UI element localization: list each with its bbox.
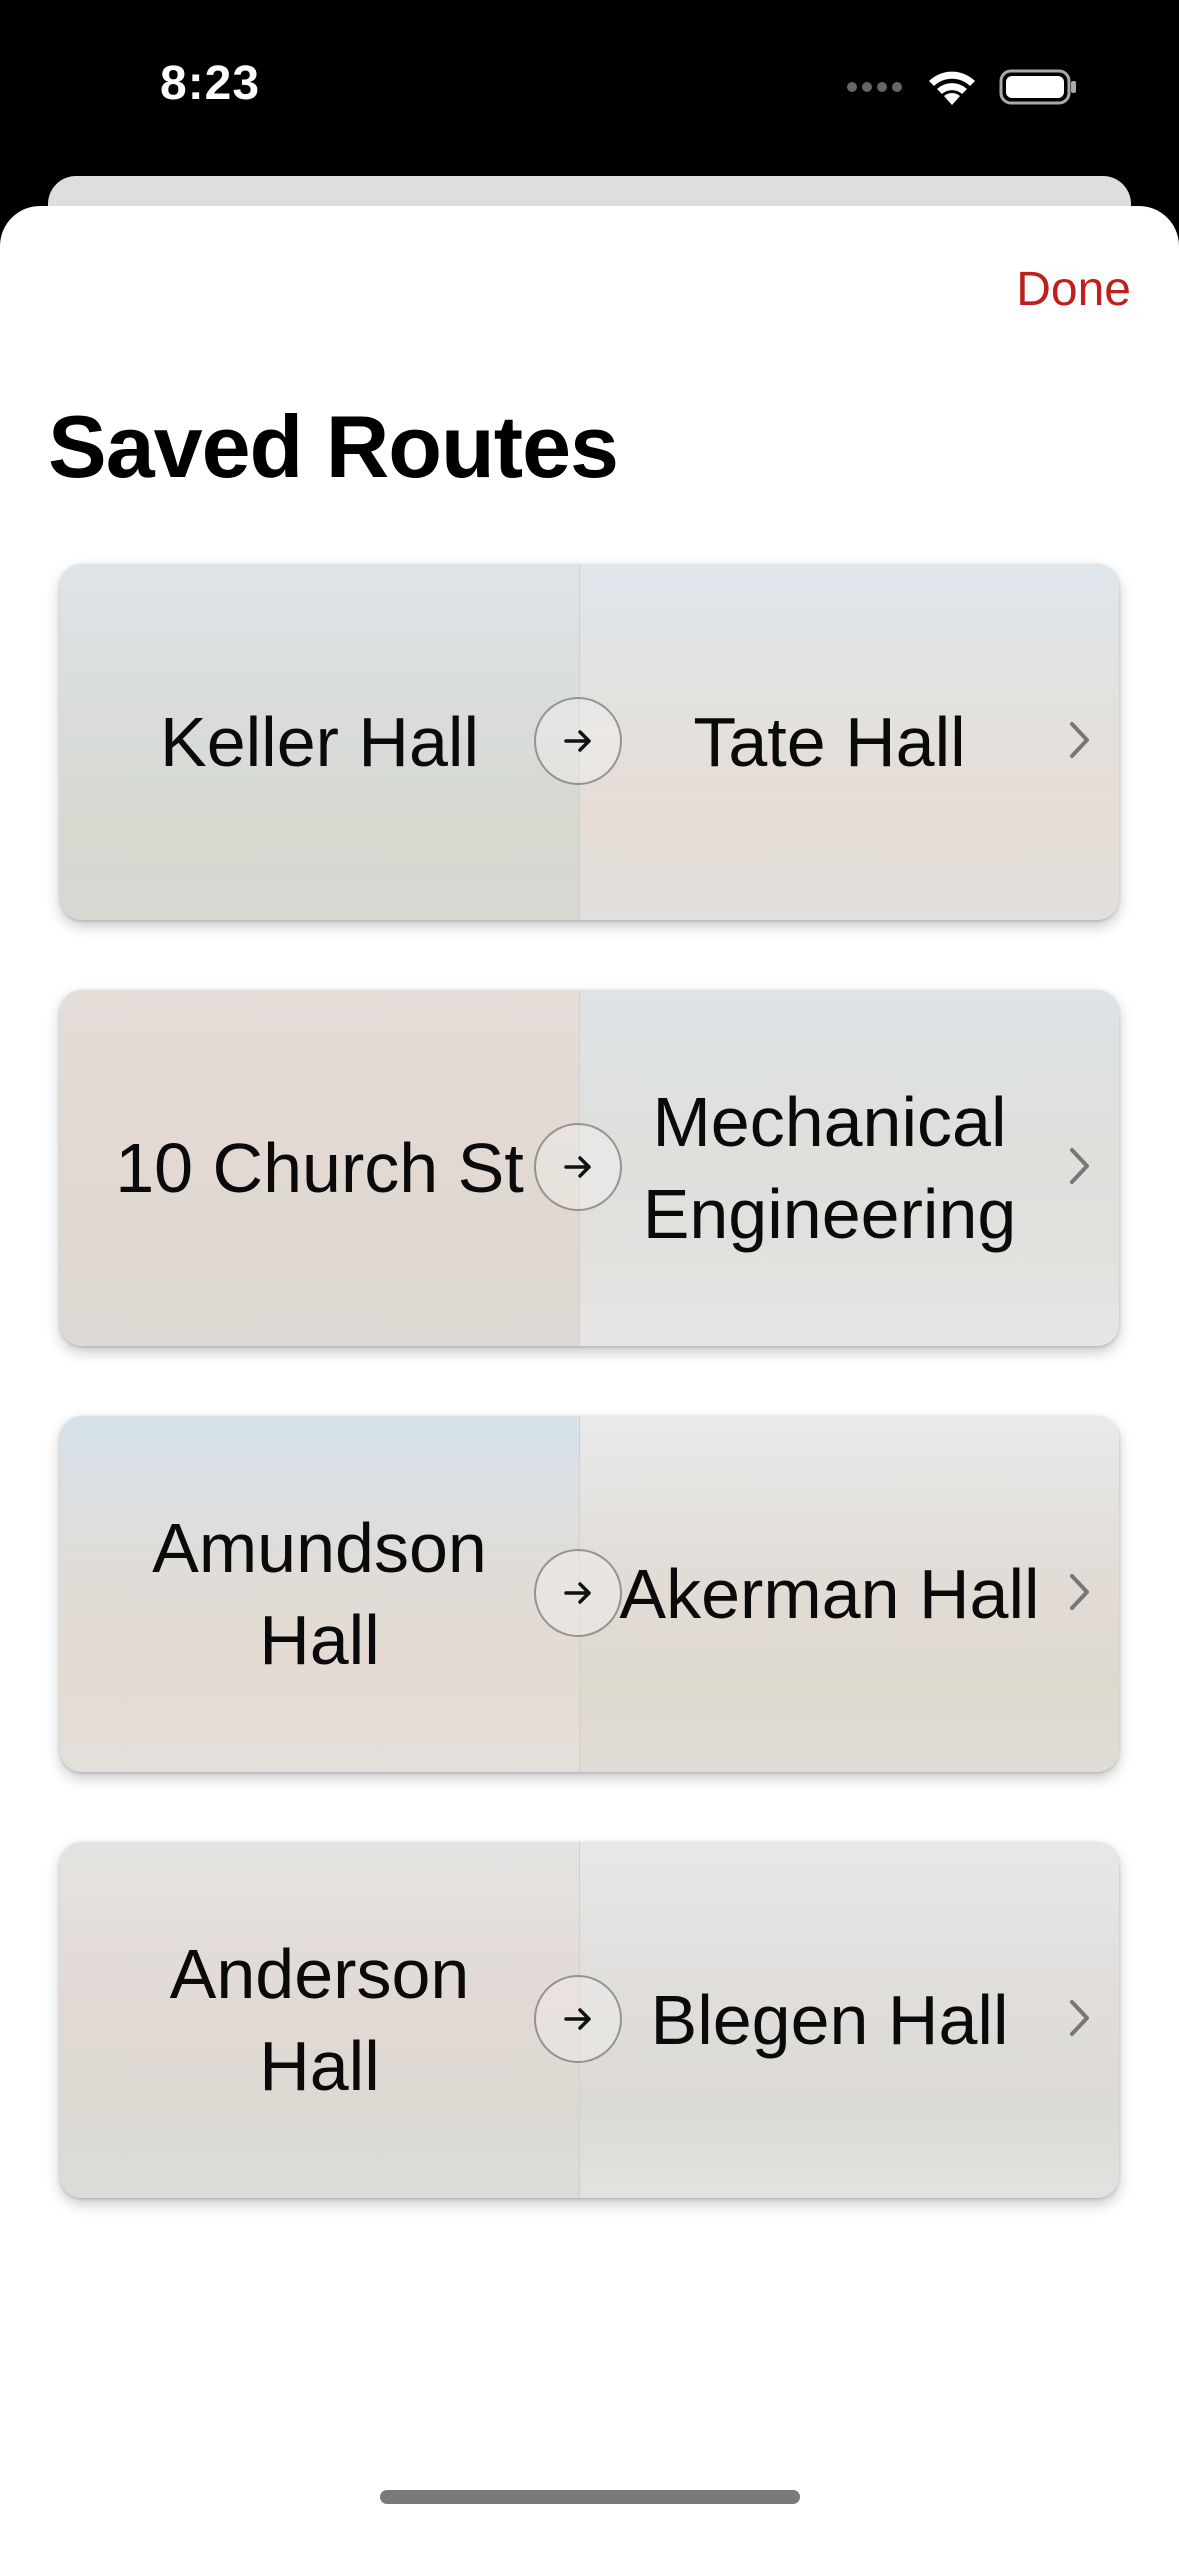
route-card[interactable]: 10 Church St Mechanical Engineering (60, 990, 1119, 1346)
route-to-label: Mechanical Engineering (642, 1083, 1017, 1253)
page-title: Saved Routes (48, 397, 619, 496)
arrow-right-circle-icon (534, 1123, 622, 1211)
route-to-label: Blegen Hall (650, 1981, 1009, 2059)
home-indicator[interactable] (380, 2490, 800, 2504)
route-card[interactable]: Anderson Hall Blegen Hall (60, 1842, 1119, 2198)
status-icons (845, 62, 1079, 112)
chevron-right-icon (1067, 714, 1093, 771)
route-to-label: Akerman Hall (619, 1555, 1040, 1633)
route-to: Tate Hall (580, 564, 1119, 920)
route-to: Akerman Hall (580, 1416, 1119, 1772)
battery-icon (999, 67, 1079, 107)
arrow-right-circle-icon (534, 697, 622, 785)
route-to-label: Tate Hall (693, 703, 966, 781)
route-card[interactable]: Amundson Hall Akerman Hall (60, 1416, 1119, 1772)
route-from-label: Anderson Hall (169, 1935, 470, 2105)
wifi-icon (927, 67, 977, 107)
arrow-right-circle-icon (534, 1549, 622, 1637)
chevron-right-icon (1067, 1992, 1093, 2049)
route-from-label: 10 Church St (115, 1129, 524, 1207)
route-from: Keller Hall (60, 564, 579, 920)
cellular-dots-icon (845, 80, 905, 94)
chevron-right-icon (1067, 1140, 1093, 1197)
route-from-label: Amundson Hall (152, 1509, 487, 1679)
saved-routes-sheet: Done Saved Routes Keller Hall Tate Hall … (0, 206, 1179, 2556)
route-to: Mechanical Engineering (580, 990, 1119, 1346)
route-to: Blegen Hall (580, 1842, 1119, 2198)
chevron-right-icon (1067, 1566, 1093, 1623)
route-from: Anderson Hall (60, 1842, 579, 2198)
status-bar: 8:23 (0, 0, 1179, 180)
status-time: 8:23 (160, 57, 261, 110)
route-card[interactable]: Keller Hall Tate Hall (60, 564, 1119, 920)
routes-list: Keller Hall Tate Hall 10 Church St Mecha… (60, 564, 1119, 2268)
route-from: 10 Church St (60, 990, 579, 1346)
route-from: Amundson Hall (60, 1416, 579, 1772)
arrow-right-circle-icon (534, 1975, 622, 2063)
done-button[interactable]: Done (1016, 262, 1131, 317)
route-from-label: Keller Hall (160, 703, 479, 781)
